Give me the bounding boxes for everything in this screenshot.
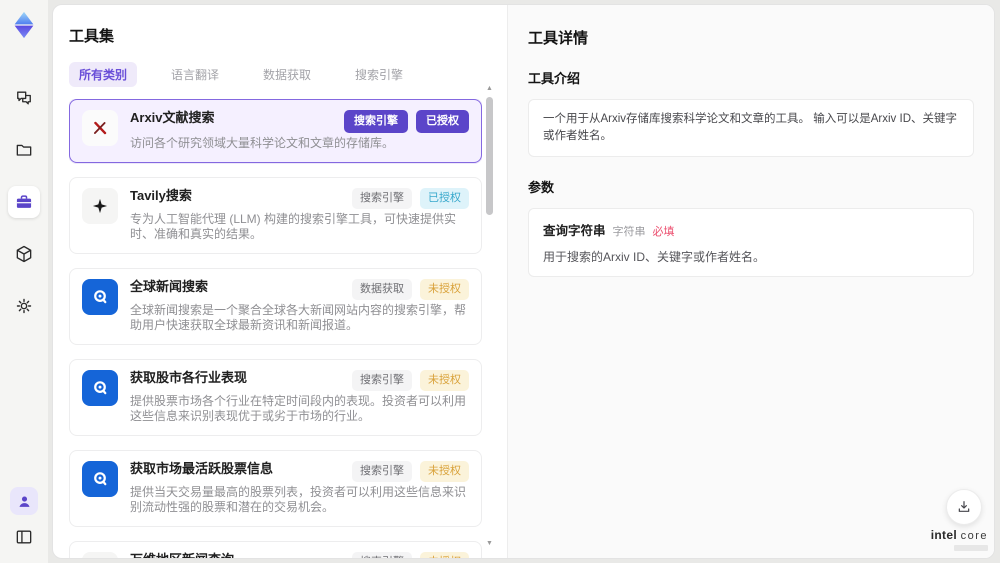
- status-badge: 已授权: [416, 110, 469, 133]
- intro-heading: 工具介绍: [528, 71, 581, 86]
- status-badge: 未授权: [420, 369, 469, 391]
- tool-title: 万维地区新闻查询: [130, 552, 234, 559]
- tool-card-global-news[interactable]: 全球新闻搜索 数据获取 未授权 全球新闻搜索是一个聚合全球各大新闻网站内容的搜索…: [69, 267, 482, 345]
- tool-card-arxiv[interactable]: Arxiv文献搜索 搜索引擎 已授权 访问各个研究领域大量科学论文和文章的存储库…: [69, 99, 482, 163]
- param-description: 用于搜索的Arxiv ID、关键字或作者姓名。: [543, 250, 766, 264]
- download-button[interactable]: [946, 489, 982, 525]
- tool-description: 访问各个研究领域大量科学论文和文章的存储库。: [130, 136, 395, 150]
- category-badge: 搜索引擎: [352, 551, 412, 558]
- search-app-icon: [82, 369, 118, 406]
- sidebar: [0, 0, 48, 563]
- status-badge: 未授权: [420, 460, 469, 482]
- status-badge: 已授权: [420, 187, 469, 209]
- app-logo: [9, 10, 39, 40]
- main-panel: 工具集 所有类别 语言翻译 数据获取 搜索引擎 Arxiv文献搜索 搜索引擎 已…: [52, 4, 995, 559]
- tool-list-pane: 工具集 所有类别 语言翻译 数据获取 搜索引擎 Arxiv文献搜索 搜索引擎 已…: [53, 5, 507, 558]
- scroll-up-icon[interactable]: ▲: [485, 85, 494, 93]
- tool-card-tavily[interactable]: Tavily搜索 搜索引擎 已授权 专为人工智能代理 (LLM) 构建的搜索引擎…: [69, 176, 482, 254]
- tab-all-categories[interactable]: 所有类别: [69, 62, 138, 87]
- tool-description: 提供股票市场各个行业在特定时间段内的表现。投资者可以利用这些信息来识别表现优于或…: [130, 393, 467, 424]
- toolbox-icon[interactable]: [8, 186, 40, 218]
- tool-description: 全球新闻搜索是一个聚合全球各大新闻网站内容的搜索引擎，帮助用户快速获取全球最新资…: [130, 302, 467, 333]
- param-required-badge: 必填: [652, 226, 675, 238]
- list-scrollbar: ▲ ▼: [485, 85, 494, 548]
- panel-toggle-icon[interactable]: [8, 521, 40, 553]
- tool-card-sector-performance[interactable]: 获取股市各行业表现 搜索引擎 未授权 提供股票市场各个行业在特定时间段内的表现。…: [69, 358, 482, 436]
- search-app-icon: [82, 278, 118, 315]
- tab-search-engine[interactable]: 搜索引擎: [345, 62, 413, 87]
- settings-icon[interactable]: [8, 290, 40, 322]
- intro-text: 一个用于从Arxiv存储库搜索科学论文和文章的工具。 输入可以是Arxiv ID…: [543, 113, 957, 142]
- newspaper-icon: [82, 551, 118, 558]
- user-avatar-icon[interactable]: [10, 487, 38, 515]
- tab-data-fetch[interactable]: 数据获取: [253, 62, 321, 87]
- category-tabs: 所有类别 语言翻译 数据获取 搜索引擎: [69, 62, 482, 87]
- tool-card-most-active-stocks[interactable]: 获取市场最活跃股票信息 搜索引擎 未授权 提供当天交易量最高的股票列表，投资者可…: [69, 449, 482, 527]
- status-badge: 未授权: [420, 551, 469, 558]
- cube-icon[interactable]: [8, 238, 40, 270]
- sidebar-bottom: [8, 487, 40, 553]
- search-app-icon: [82, 460, 118, 497]
- tool-title: Arxiv文献搜索: [130, 110, 215, 125]
- detail-title: 工具详情: [528, 30, 589, 47]
- tool-detail-pane: 工具详情 工具介绍 一个用于从Arxiv存储库搜索科学论文和文章的工具。 输入可…: [507, 5, 994, 558]
- param-box: 查询字符串 字符串 必填 用于搜索的Arxiv ID、关键字或作者姓名。: [528, 208, 974, 277]
- scroll-down-icon[interactable]: ▼: [485, 540, 494, 548]
- page-title: 工具集: [69, 28, 115, 45]
- tool-title: Tavily搜索: [130, 187, 192, 203]
- category-badge: 搜索引擎: [352, 187, 412, 209]
- category-badge: 数据获取: [352, 278, 412, 300]
- category-badge: 搜索引擎: [352, 460, 412, 482]
- folder-icon[interactable]: [8, 134, 40, 166]
- tool-description: 专为人工智能代理 (LLM) 构建的搜索引擎工具，可快速提供实时、准确和真实的结…: [130, 211, 457, 242]
- tool-card-regional-news[interactable]: 万维地区新闻查询 搜索引擎 未授权 查询具体行政区划内的新闻，快速了解各地新闻动: [69, 540, 482, 559]
- brand-intel: intel: [930, 528, 957, 542]
- tool-description: 提供当天交易量最高的股票列表，投资者可以利用这些信息来识别流动性强的股票和潜在的…: [130, 484, 467, 515]
- intel-core-logo: intel core: [931, 528, 988, 551]
- chat-icon[interactable]: [8, 82, 40, 114]
- intro-box: 一个用于从Arxiv存储库搜索科学论文和文章的工具。 输入可以是Arxiv ID…: [528, 99, 974, 157]
- tab-language-translation[interactable]: 语言翻译: [161, 62, 229, 87]
- brand-core: core: [960, 530, 988, 542]
- tool-title: 获取市场最活跃股票信息: [130, 460, 274, 476]
- param-type: 字符串: [612, 226, 646, 238]
- category-badge: 搜索引擎: [344, 110, 408, 133]
- sparkle-icon: [82, 187, 118, 224]
- param-name: 查询字符串: [543, 224, 606, 238]
- scrollbar-thumb[interactable]: [486, 97, 493, 215]
- status-badge: 未授权: [420, 278, 469, 300]
- download-icon: [958, 501, 970, 512]
- category-badge: 搜索引擎: [352, 369, 412, 391]
- params-heading: 参数: [528, 180, 555, 195]
- brand-subtext-bar: [954, 545, 988, 551]
- tool-title: 获取股市各行业表现: [130, 369, 248, 385]
- tool-title: 全球新闻搜索: [130, 278, 209, 294]
- sidebar-nav: [8, 82, 40, 322]
- arxiv-icon: [82, 110, 118, 146]
- tool-list: Arxiv文献搜索 搜索引擎 已授权 访问各个研究领域大量科学论文和文章的存储库…: [69, 99, 482, 558]
